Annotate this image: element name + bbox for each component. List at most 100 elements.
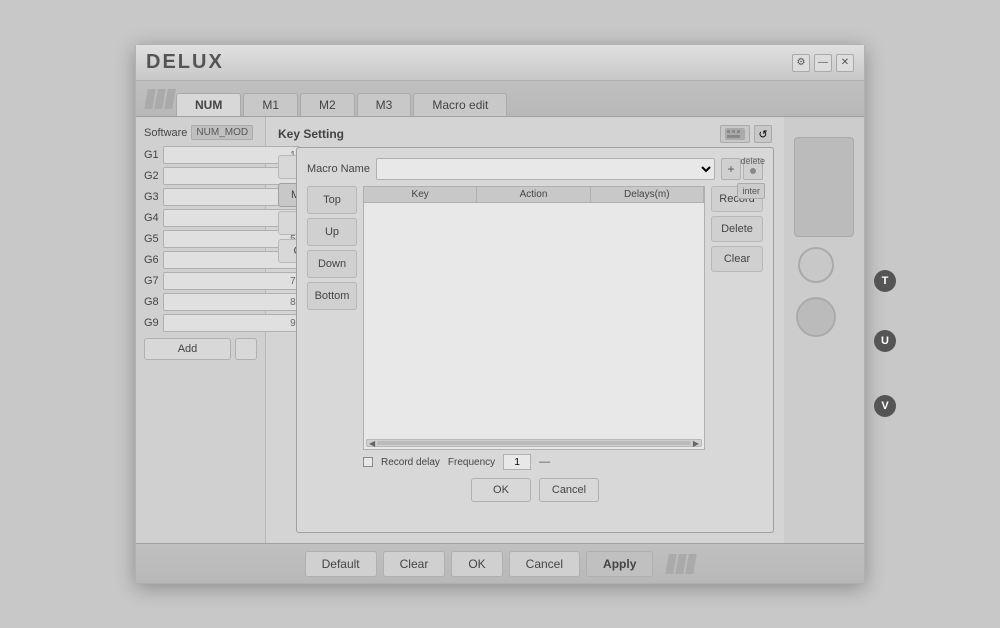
center-area: Key Setting ↺ [266,117,784,543]
col-delays: Delays(m) [591,187,704,202]
macro-nav-buttons: Top Up Down Bottom [307,186,357,470]
tab-m3[interactable]: M3 [357,93,412,116]
delete-label-area: delete [740,156,765,174]
record-delay-checkbox[interactable] [363,457,373,467]
macro-scrollbar[interactable]: ◀ ▶ [366,439,702,447]
right-panel [784,117,864,543]
delete-label: delete [740,156,765,166]
g5-row: G5 [144,230,257,248]
g8-label: G8 [144,296,159,308]
record-delay-label: Record delay [381,457,440,468]
apply-button[interactable]: Apply [586,551,653,577]
key-circle [798,247,834,283]
macro-table-area: Key Action Delays(m) ◀ ▶ [363,186,705,470]
minimize-button[interactable]: — [814,54,832,72]
ok-bottom-button[interactable]: OK [451,551,502,577]
dialog-cancel-button[interactable]: Cancel [539,478,599,502]
plus-button[interactable]: + [721,158,741,180]
g5-label: G5 [144,233,159,245]
clear-bottom-button[interactable]: Clear [383,551,446,577]
g8-row: G8 [144,293,257,311]
bottom-button[interactable]: Bottom [307,282,357,310]
dial-circle [796,297,836,337]
g4-label: G4 [144,212,159,224]
g1-row: G1 [144,146,257,164]
keyboard-icon [720,125,750,143]
bottom-toolbar: Default Clear OK Cancel Apply [136,543,864,583]
frequency-input[interactable] [503,454,531,470]
macro-right-buttons: Record Delete Clear [711,186,763,470]
add-square-button[interactable] [235,338,257,360]
dialog-actions: OK Cancel [307,478,763,502]
annotation-U: U [874,330,896,352]
software-text: Software [144,127,187,139]
dialog-ok-button[interactable]: OK [471,478,531,502]
add-button[interactable]: Add [144,338,231,360]
sidebar: Software NUM_MOD G1 G2 G3 G4 G5 [136,117,266,543]
delete-button[interactable]: Delete [711,216,763,242]
refresh-icon[interactable]: ↺ [754,125,772,143]
add-row: Add [144,338,257,360]
g9-label: G9 [144,317,159,329]
g9-row: G9 [144,314,257,332]
g3-label: G3 [144,191,159,203]
macro-table-header: Key Action Delays(m) [363,186,705,202]
macro-table-body[interactable]: ◀ ▶ [363,202,705,450]
macro-name-label: Macro Name [307,163,370,175]
up-button[interactable]: Up [307,218,357,246]
annotation-T: T [874,270,896,292]
g2-row: G2 [144,167,257,185]
default-button[interactable]: Default [305,551,377,577]
header-icons: ↺ [720,125,772,143]
g6-label: G6 [144,254,159,266]
g7-row: G7 [144,272,257,290]
tab-stripe-decoration [146,89,174,109]
app-window: DELUX ⚙ — ✕ NUM M1 M2 M3 Macro edit Soft… [135,44,865,584]
keyboard-art [794,137,854,237]
key-setting-title: Key Setting [278,127,344,141]
main-content: Software NUM_MOD G1 G2 G3 G4 G5 [136,117,864,543]
delete-dot [750,168,756,174]
g7-label: G7 [144,275,159,287]
bottom-stripe-right [667,554,695,574]
software-label-row: Software NUM_MOD [144,125,257,140]
g3-row: G3 [144,188,257,206]
scroll-track [377,441,691,445]
g4-row: G4 [144,209,257,227]
record-options-row: Record delay Frequency — [363,454,705,470]
window-controls: ⚙ — ✕ [792,54,854,72]
g1-label: G1 [144,149,159,161]
settings-button[interactable]: ⚙ [792,54,810,72]
g2-label: G2 [144,170,159,182]
tab-num[interactable]: NUM [176,93,241,116]
scroll-right-arrow[interactable]: ▶ [693,439,699,448]
macro-dialog: Macro Name + - delete int [296,147,774,533]
col-key: Key [364,187,477,202]
stripe-bar-3 [164,89,176,109]
tab-bar: NUM M1 M2 M3 Macro edit [136,81,864,117]
frequency-minus[interactable]: — [539,456,550,468]
tab-macro-edit[interactable]: Macro edit [413,93,507,116]
close-button[interactable]: ✕ [836,54,854,72]
tab-m1[interactable]: M1 [243,93,298,116]
frequency-label: Frequency [448,457,495,468]
macro-layout: Top Up Down Bottom Key Action Delays(m) [307,186,763,470]
clear-button[interactable]: Clear [711,246,763,272]
app-logo: DELUX [146,51,224,74]
down-button[interactable]: Down [307,250,357,278]
cancel-bottom-button[interactable]: Cancel [509,551,580,577]
key-setting-header: Key Setting ↺ [278,125,772,143]
inter-label: inter [737,183,765,199]
col-action: Action [477,187,590,202]
annotation-V: V [874,395,896,417]
scroll-arrows: ◀ ▶ [367,439,701,448]
macro-name-row: Macro Name + - [307,158,763,180]
tab-m2[interactable]: M2 [300,93,355,116]
stripe-right-3 [686,554,698,574]
macro-name-select[interactable] [376,158,715,180]
top-button[interactable]: Top [307,186,357,214]
g6-row: G6 [144,251,257,269]
title-bar: DELUX ⚙ — ✕ [136,45,864,81]
mode-badge: NUM_MOD [191,125,253,140]
scroll-left-arrow[interactable]: ◀ [369,439,375,448]
